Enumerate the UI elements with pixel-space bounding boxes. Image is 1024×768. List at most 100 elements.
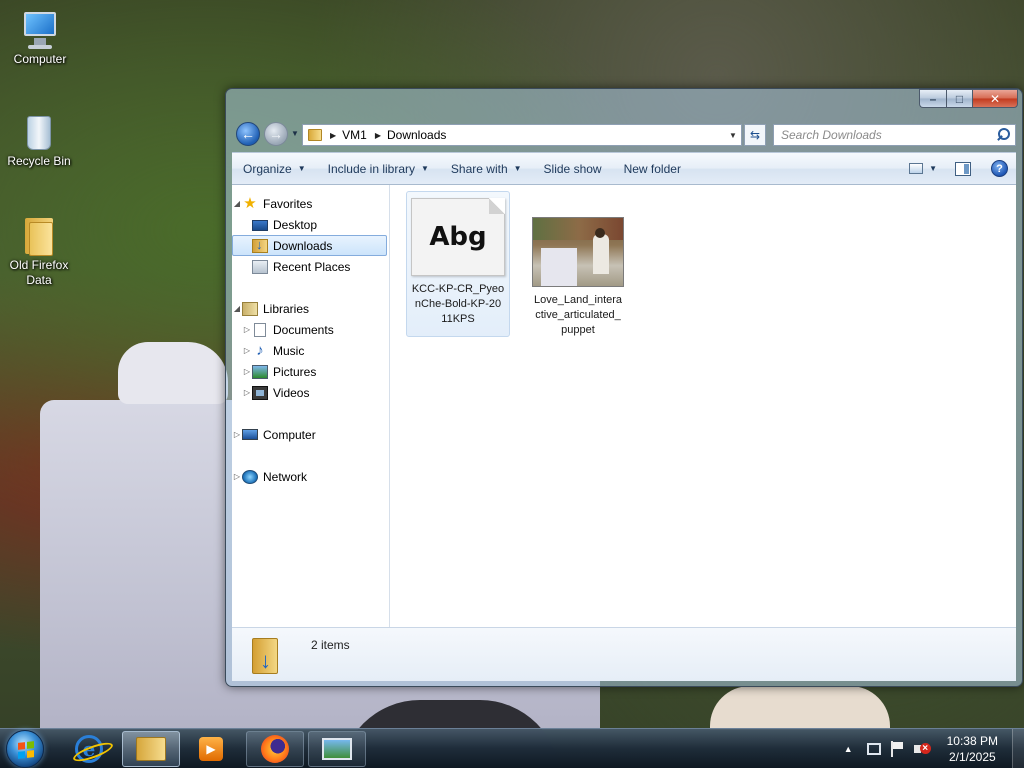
- breadcrumb-vm1[interactable]: VM1: [342, 128, 367, 142]
- expanded-arrow-icon[interactable]: ◢: [232, 199, 242, 208]
- collapsed-arrow-icon[interactable]: ▷: [242, 346, 252, 355]
- media-player-icon: ▶: [199, 737, 223, 761]
- collapsed-arrow-icon[interactable]: ▷: [242, 388, 252, 397]
- libraries-icon: [242, 301, 258, 316]
- tree-item-videos[interactable]: ▷ Videos: [232, 382, 389, 403]
- recent-pages-button[interactable]: ▼: [291, 129, 299, 138]
- maximize-button[interactable]: □: [946, 89, 972, 108]
- breadcrumb-downloads[interactable]: Downloads: [387, 128, 446, 142]
- chevron-down-icon[interactable]: ▼: [929, 164, 937, 173]
- share-with-button[interactable]: Share with ▼: [440, 153, 533, 184]
- organize-button[interactable]: Organize ▼: [232, 153, 317, 184]
- tree-item-downloads[interactable]: Downloads: [232, 235, 387, 256]
- tree-item-network[interactable]: ▷ Network: [232, 466, 389, 487]
- tree-item-label: Recent Places: [273, 259, 351, 274]
- chevron-down-icon: ▼: [291, 129, 299, 138]
- change-view-icon[interactable]: [909, 163, 924, 174]
- tree-item-music[interactable]: ▷ ♪ Music: [232, 340, 389, 361]
- font-preview-text: Abg: [429, 221, 487, 252]
- include-in-library-button[interactable]: Include in library ▼: [317, 153, 440, 184]
- folder-icon: [19, 216, 59, 256]
- tree-item-label: Documents: [273, 322, 334, 337]
- taskbar-internet-explorer[interactable]: e: [60, 731, 118, 767]
- recycle-bin-icon: [19, 112, 59, 152]
- back-button[interactable]: ←: [236, 122, 260, 146]
- collapsed-arrow-icon[interactable]: ▷: [232, 430, 242, 439]
- minimize-button[interactable]: –: [919, 89, 946, 108]
- explorer-window: – □ ✕ ← → ▼ ▶ VM1 ▶ Downloads ▼ ⇆ Organi…: [225, 88, 1023, 687]
- taskbar-windows-explorer[interactable]: [122, 731, 180, 767]
- search-box[interactable]: [773, 124, 1016, 146]
- navigation-pane: ◢ ★ Favorites Desktop Downloads Recent P…: [232, 185, 390, 627]
- desktop-icon-computer[interactable]: Computer: [2, 10, 78, 67]
- new-folder-button[interactable]: New folder: [613, 153, 692, 184]
- wallpaper-figure: [118, 342, 228, 404]
- computer-icon: [20, 10, 60, 50]
- organize-label: Organize: [243, 161, 292, 176]
- tree-item-computer[interactable]: ▷ Computer: [232, 424, 389, 445]
- item-count: 2 items: [311, 638, 350, 652]
- show-desktop-button[interactable]: [1012, 729, 1024, 768]
- address-bar[interactable]: ▶ VM1 ▶ Downloads ▼: [302, 124, 742, 146]
- network-icon: [242, 469, 258, 484]
- refresh-icon: ⇆: [749, 128, 761, 142]
- star-icon: ★: [243, 194, 257, 212]
- tree-item-pictures[interactable]: ▷ Pictures: [232, 361, 389, 382]
- chevron-right-icon[interactable]: ▶: [375, 131, 381, 140]
- tree-item-libraries[interactable]: ◢ Libraries: [232, 298, 389, 319]
- collapsed-arrow-icon[interactable]: ▷: [232, 472, 242, 481]
- desktop-icon-label: Recycle Bin: [7, 154, 71, 168]
- tree-item-recent-places[interactable]: Recent Places: [232, 256, 389, 277]
- navigation-row: ← → ▼ ▶ VM1 ▶ Downloads ▼ ⇆: [234, 120, 1016, 148]
- close-button[interactable]: ✕: [972, 89, 1018, 108]
- new-folder-label: New folder: [623, 161, 681, 176]
- desktop-icon-recycle-bin[interactable]: Recycle Bin: [1, 112, 77, 169]
- file-name-line: nChe-Bold-KP-20: [414, 298, 502, 310]
- forward-button[interactable]: →: [264, 122, 288, 146]
- chevron-right-icon[interactable]: ▶: [330, 131, 336, 140]
- help-icon[interactable]: ?: [991, 160, 1008, 177]
- desktop-icon-old-firefox-data[interactable]: Old Firefox Data: [1, 216, 77, 288]
- tree-item-desktop[interactable]: Desktop: [232, 214, 389, 235]
- desktop-icon-label: Old Firefox Data: [9, 258, 69, 287]
- action-center-flag-icon[interactable]: [889, 741, 905, 757]
- tree-item-label: Downloads: [273, 238, 333, 253]
- search-icon[interactable]: [994, 126, 1012, 144]
- start-button[interactable]: [6, 730, 44, 768]
- file-item-image[interactable]: Love_Land_intera ctive_articulated_ pupp…: [526, 203, 630, 336]
- clock[interactable]: 10:38 PM 2/1/2025: [947, 733, 998, 765]
- arrow-right-icon: →: [269, 126, 283, 142]
- clock-date: 2/1/2025: [948, 750, 996, 764]
- taskbar-photo-viewer[interactable]: [308, 731, 366, 767]
- tree-item-documents[interactable]: ▷ Documents: [232, 319, 389, 340]
- chevron-down-icon: ▼: [421, 164, 429, 173]
- file-name-line: KCC-KP-CR_Pyeo: [411, 283, 505, 295]
- search-input[interactable]: [774, 128, 994, 142]
- computer-icon: [242, 429, 258, 440]
- wallpaper-person: [710, 686, 890, 730]
- slide-show-label: Slide show: [543, 161, 602, 176]
- collapsed-arrow-icon[interactable]: ▷: [242, 367, 252, 376]
- file-name-line: ctive_articulated_: [535, 309, 621, 321]
- file-list: Abg KCC-KP-CR_Pyeo nChe-Bold-KP-20 11KPS…: [390, 185, 1016, 627]
- pictures-icon: [252, 364, 268, 379]
- refresh-button[interactable]: ⇆: [744, 124, 766, 146]
- network-status-icon[interactable]: [866, 743, 881, 755]
- show-hidden-icons-button[interactable]: ▲: [844, 744, 853, 754]
- address-dropdown-button[interactable]: ▼: [725, 131, 741, 140]
- tree-item-label: Videos: [273, 385, 310, 400]
- tree-item-favorites[interactable]: ◢ ★ Favorites: [232, 193, 389, 214]
- preview-pane-icon[interactable]: [955, 161, 971, 176]
- file-item-font[interactable]: Abg KCC-KP-CR_Pyeo nChe-Bold-KP-20 11KPS: [406, 191, 510, 337]
- chevron-down-icon: ▼: [513, 164, 522, 173]
- folder-icon: [308, 129, 322, 141]
- collapsed-arrow-icon[interactable]: ▷: [242, 325, 252, 334]
- taskbar: e ▶ ▲ 10:38 PM 2/1/2025: [0, 728, 1024, 768]
- expanded-arrow-icon[interactable]: ◢: [232, 304, 242, 313]
- slide-show-button[interactable]: Slide show: [533, 153, 613, 184]
- volume-muted-icon[interactable]: [913, 741, 931, 757]
- taskbar-firefox[interactable]: [246, 731, 304, 767]
- taskbar-media-player[interactable]: ▶: [182, 731, 240, 767]
- videos-icon: [252, 385, 268, 400]
